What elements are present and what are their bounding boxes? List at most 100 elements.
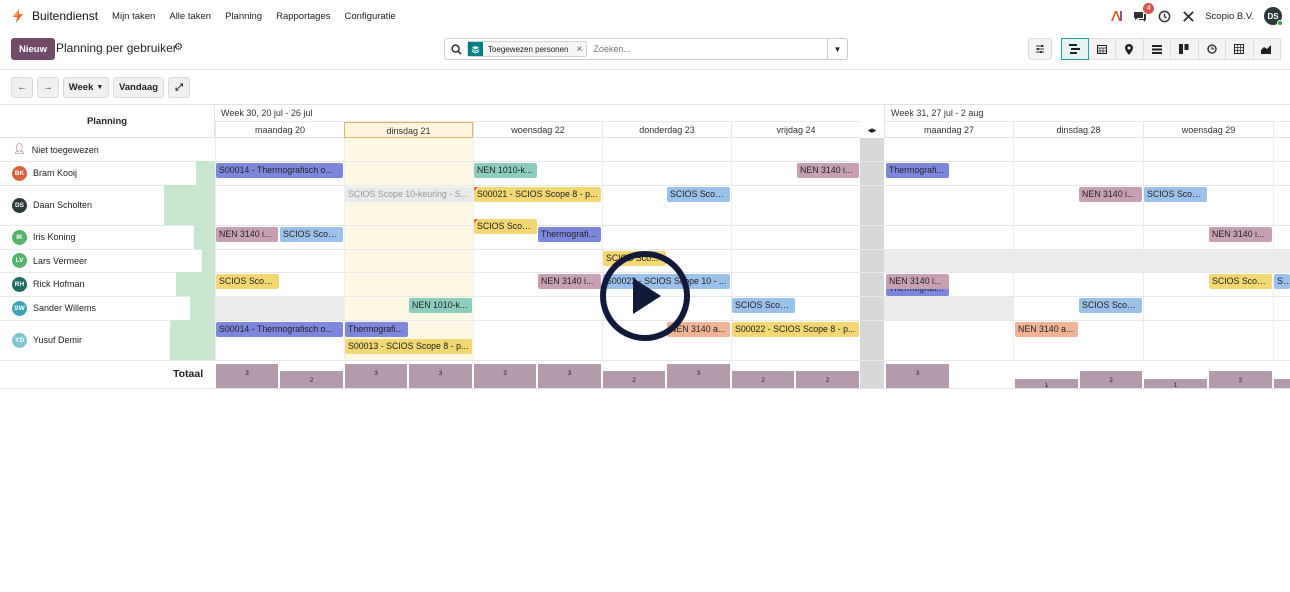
- page-title: Planning per gebruiker: [56, 41, 177, 55]
- menu-planning[interactable]: Planning: [225, 11, 262, 22]
- menu-mijn-taken[interactable]: Mijn taken: [112, 11, 155, 22]
- user-icon: 👤︎: [13, 144, 26, 155]
- row-label: Bram Kooij: [33, 168, 78, 178]
- row-yusuf-demir[interactable]: YD Yusuf Demir: [0, 320, 215, 360]
- day-header[interactable]: donderdag 23: [602, 122, 731, 138]
- calendar-view-button[interactable]: [1088, 38, 1116, 60]
- task-pill[interactable]: S00021 - SCIOS Scope 8 - p...: [474, 187, 601, 202]
- map-view-button[interactable]: [1116, 38, 1144, 60]
- new-button[interactable]: Nieuw: [11, 38, 55, 60]
- menu-configuratie[interactable]: Configuratie: [344, 11, 395, 22]
- facet-remove-icon[interactable]: ×: [577, 44, 583, 55]
- task-pill[interactable]: SCIOS Scop...: [474, 219, 537, 234]
- row-lars-vermeer[interactable]: LV Lars Vermeer: [0, 249, 215, 272]
- row-niet-toegewezen[interactable]: 👤︎ Niet toegewezen: [0, 138, 215, 161]
- pivot-view-button[interactable]: [1226, 38, 1254, 60]
- play-button[interactable]: [600, 251, 690, 341]
- task-pill[interactable]: SCIOS Scop...: [1144, 187, 1207, 202]
- task-pill[interactable]: Thermografi...: [886, 163, 949, 178]
- day-header[interactable]: woensdag 29: [1143, 122, 1273, 138]
- scale-label: Week: [68, 82, 94, 93]
- messages-badge: 4: [1143, 3, 1155, 14]
- next-period-button[interactable]: →: [37, 77, 59, 98]
- messages-icon[interactable]: 4: [1133, 3, 1155, 23]
- list-view-button[interactable]: [1143, 38, 1171, 60]
- row-daan-scholten[interactable]: DS Daan Scholten: [0, 185, 215, 225]
- company-switcher[interactable]: Scopio B.V.: [1205, 11, 1254, 22]
- task-pill[interactable]: NEN 3140 i...: [886, 274, 949, 289]
- graph-view-button[interactable]: [1253, 38, 1281, 60]
- week-gap-column: [860, 138, 884, 389]
- task-pill[interactable]: SCIOS Scop...: [1079, 298, 1142, 313]
- task-pill[interactable]: Thermografi...: [345, 322, 408, 337]
- task-pill[interactable]: S00014 - Thermografisch o...: [216, 322, 343, 337]
- navbar: Buitendienst Mijn taken Alle taken Plann…: [0, 0, 1290, 32]
- task-pill[interactable]: NEN 3140 i...: [538, 274, 601, 289]
- day-header[interactable]: woensdag 22: [473, 122, 602, 138]
- row-label: Sander Willems: [33, 303, 97, 313]
- day-header-partial[interactable]: [1273, 122, 1290, 138]
- task-pill[interactable]: SCIOS Scop...: [732, 298, 795, 313]
- expand-gap-icon[interactable]: ◂▸: [860, 122, 884, 138]
- filter-settings-button[interactable]: [1028, 38, 1052, 60]
- row-bram-kooij[interactable]: BK Bram Kooij: [0, 161, 215, 185]
- gear-icon[interactable]: ⚙: [174, 42, 183, 53]
- scale-dropdown[interactable]: Week ▼: [63, 77, 109, 98]
- task-pill[interactable]: S00022 - SCIOS Scope 8 - p...: [732, 322, 859, 337]
- avatar: LV: [12, 253, 27, 268]
- task-pill[interactable]: SCIOS Scop...: [667, 187, 730, 202]
- list-icon: [1151, 44, 1162, 54]
- task-pill[interactable]: NEN 3140 i...: [216, 227, 278, 242]
- task-pill[interactable]: NEN 3140 i...: [797, 163, 859, 178]
- task-pill[interactable]: NEN 3140 i...: [1079, 187, 1142, 202]
- day-header[interactable]: maandag 20: [215, 122, 344, 138]
- task-pill[interactable]: S00013 - SCIOS Scope 8 - p...: [345, 339, 472, 354]
- total-bar: 2: [796, 371, 859, 388]
- row-label: Yusuf Demir: [33, 335, 83, 345]
- prev-period-button[interactable]: ←: [11, 77, 33, 98]
- avatar: DS: [12, 197, 27, 213]
- kanban-view-button[interactable]: [1171, 38, 1199, 60]
- row-rick-hofman[interactable]: RH Rick Hofman: [0, 272, 215, 296]
- total-bar: 2: [732, 371, 794, 388]
- user-avatar[interactable]: DS: [1264, 7, 1283, 26]
- task-pill[interactable]: NEN 1010-k...: [409, 298, 472, 313]
- search-icon[interactable]: [445, 43, 467, 55]
- ai-icon[interactable]: [1109, 9, 1123, 23]
- row-iris-koning[interactable]: IK Iris Koning: [0, 225, 215, 249]
- app-name[interactable]: Buitendienst: [32, 9, 98, 23]
- app-logo-icon[interactable]: [10, 8, 26, 24]
- task-pill[interactable]: S00014 - Thermografisch o...: [216, 163, 343, 178]
- menu-rapportages[interactable]: Rapportages: [276, 11, 330, 22]
- row-sander-willems[interactable]: SW Sander Willems: [0, 296, 215, 320]
- day-header-today[interactable]: dinsdag 21: [344, 122, 473, 138]
- row-label: Daan Scholten: [33, 200, 93, 210]
- pivot-table-icon: [1234, 44, 1245, 54]
- view-switcher: [1061, 38, 1281, 60]
- gantt-view-button[interactable]: [1061, 38, 1089, 60]
- today-button[interactable]: Vandaag: [113, 77, 164, 98]
- task-pill[interactable]: NEN 1010-k...: [474, 163, 537, 178]
- task-pill[interactable]: SCIOS Scope 10-keuring - S...: [345, 187, 473, 202]
- task-pill[interactable]: NEN 3140 a...: [1015, 322, 1078, 337]
- totals-label: Totaal: [173, 368, 204, 380]
- search-facet: Toegewezen personen ×: [467, 41, 588, 57]
- menu-alle-taken[interactable]: Alle taken: [169, 11, 211, 22]
- expand-icon[interactable]: ⤢: [168, 77, 190, 98]
- task-pill[interactable]: SCIOS Scop...: [1209, 274, 1272, 289]
- day-header[interactable]: vrijdag 24: [731, 122, 860, 138]
- task-pill[interactable]: SCIOS Scop...: [216, 274, 279, 289]
- day-header[interactable]: maandag 27: [884, 122, 1013, 138]
- chevron-down-icon[interactable]: ▼: [827, 39, 847, 59]
- day-header[interactable]: dinsdag 28: [1013, 122, 1143, 138]
- task-pill[interactable]: NEN 3140 i...: [1209, 227, 1272, 242]
- activity-clock-icon[interactable]: [1157, 9, 1171, 23]
- task-pill[interactable]: Thermografi...: [538, 227, 601, 242]
- task-pill[interactable]: SCIOS Scop...: [280, 227, 343, 242]
- activity-view-button[interactable]: [1198, 38, 1226, 60]
- task-pill[interactable]: SCI: [1274, 274, 1290, 289]
- gantt-view: Planning Week 30, 20 jul - 26 jul Week 3…: [0, 104, 1290, 389]
- avatar: RH: [12, 276, 27, 292]
- search-input[interactable]: [593, 44, 814, 54]
- tools-icon[interactable]: [1181, 9, 1195, 23]
